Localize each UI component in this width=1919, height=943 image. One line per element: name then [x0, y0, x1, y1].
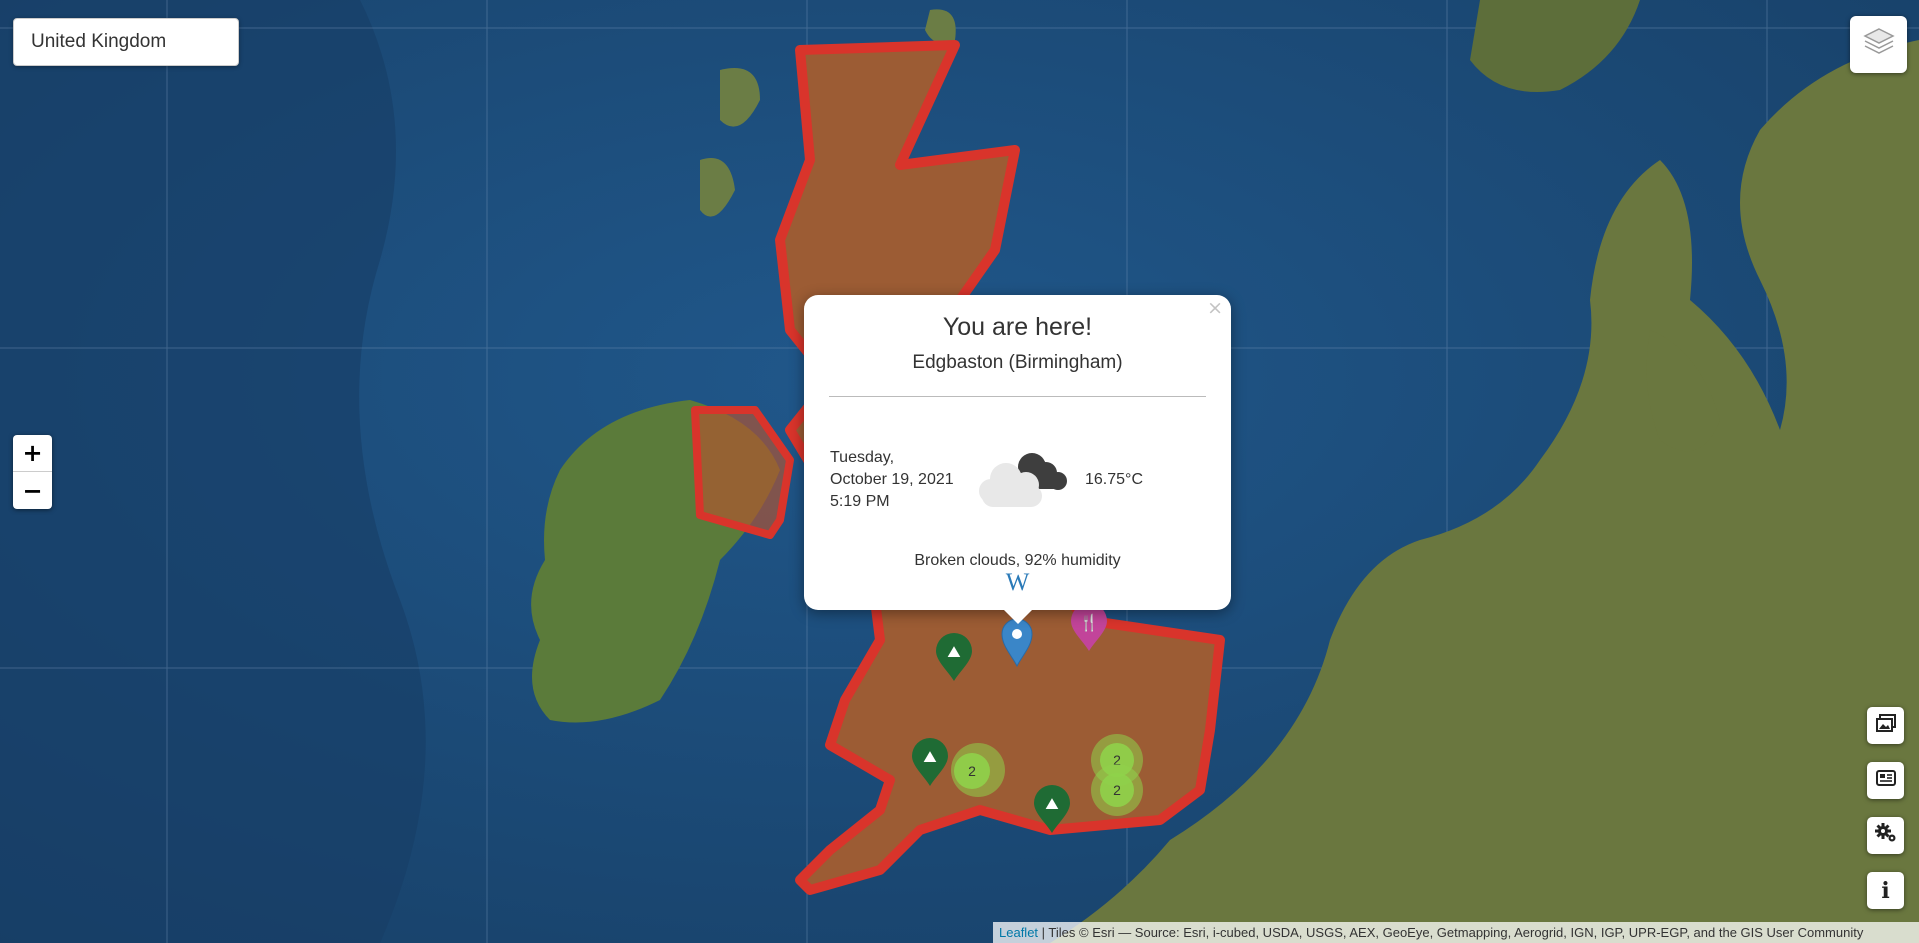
leaflet-link[interactable]: Leaflet: [999, 925, 1038, 940]
layers-icon: [1862, 25, 1896, 64]
country-select[interactable]: United Kingdom: [13, 18, 239, 66]
popup-location: Edgbaston (Birmingham): [912, 352, 1123, 373]
location-popup: × You are here! Edgbaston (Birmingham) T…: [804, 295, 1231, 624]
popup-tip: [1004, 610, 1032, 624]
info-button[interactable]: i: [1867, 872, 1904, 909]
popup-weather-description: Broken clouds, 92% humidity: [914, 552, 1121, 569]
zoom-in-button[interactable]: +: [13, 435, 52, 472]
popup-title: You are here!: [942, 313, 1093, 341]
zoom-control: + −: [13, 435, 52, 509]
popup-time: 5:19 PM: [830, 493, 890, 510]
popup-divider: [829, 396, 1206, 397]
newspaper-icon: [1875, 769, 1897, 792]
photos-button[interactable]: [1867, 707, 1904, 744]
zoom-out-button[interactable]: −: [13, 472, 52, 509]
attribution-text: Tiles © Esri — Source: Esri, i-cubed, US…: [1048, 925, 1864, 940]
attribution-separator: |: [1038, 925, 1049, 940]
popup-date: October 19, 2021: [830, 471, 954, 488]
popup-day: Tuesday,: [830, 449, 895, 466]
gears-icon: [1874, 822, 1898, 849]
image-icon: [1875, 713, 1897, 738]
settings-button[interactable]: [1867, 817, 1904, 854]
country-select-value: United Kingdom: [31, 31, 167, 52]
broken-clouds-icon: [976, 445, 1068, 514]
popup-temperature: 16.75°C: [1085, 471, 1143, 488]
popup-datetime: Tuesday, October 19, 2021 5:19 PM: [830, 447, 954, 513]
layers-button[interactable]: [1850, 16, 1907, 73]
wikipedia-icon[interactable]: W: [804, 569, 1231, 597]
news-button[interactable]: [1867, 762, 1904, 799]
map-attribution: Leaflet | Tiles © Esri — Source: Esri, i…: [993, 922, 1919, 943]
info-icon: i: [1881, 877, 1890, 904]
